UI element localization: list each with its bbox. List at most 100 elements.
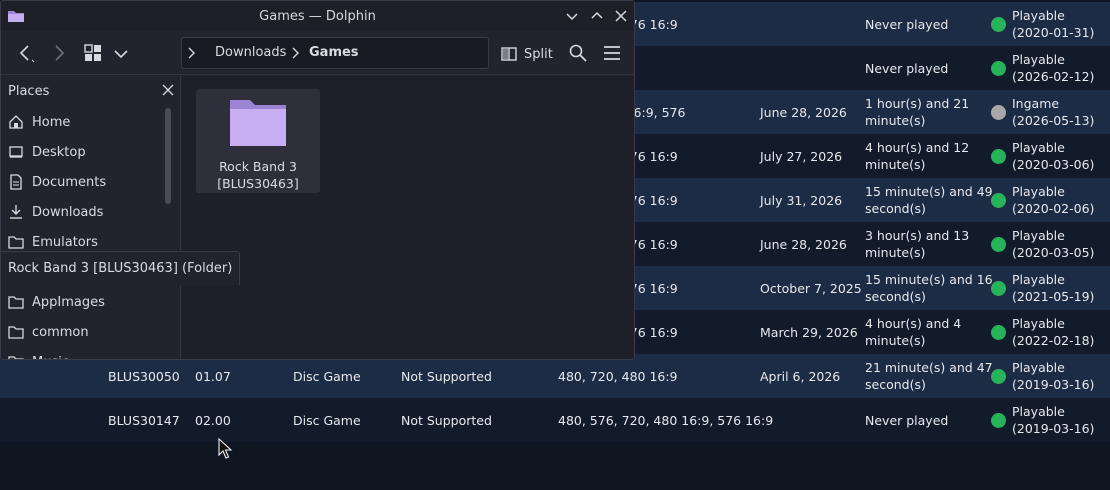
places-item-desktop[interactable]: Desktop xyxy=(8,141,86,163)
places-item-home[interactable]: Home xyxy=(8,111,70,133)
dolphin-window[interactable]: Games — Dolphin Downloads Games Split Pl… xyxy=(0,0,635,360)
status-date: (2021-05-19) xyxy=(1012,289,1095,304)
breadcrumb-chevron-icon[interactable] xyxy=(186,47,198,59)
breadcrumb-separator-icon xyxy=(292,47,299,59)
close-panel-icon[interactable] xyxy=(162,84,174,96)
last-played-cell: April 6, 2026 xyxy=(760,368,841,384)
compatibility-cell: Playable (2021-05-19) xyxy=(991,266,1094,310)
status-label: Ingame xyxy=(1012,96,1060,111)
status-text: Playable (2020-01-31) xyxy=(1012,7,1094,41)
status-wrap: Playable (2020-02-06) xyxy=(991,183,1094,217)
view-mode-icon[interactable] xyxy=(83,43,103,63)
version-cell: 01.07 xyxy=(195,368,231,384)
status-dot-icon xyxy=(991,324,1006,340)
split-label: Split xyxy=(524,46,553,62)
chevron-down-icon[interactable] xyxy=(111,43,131,63)
status-wrap: Playable (2026-02-12) xyxy=(991,51,1094,85)
time-played-cell: 15 minute(s) and 16 second(s) xyxy=(865,272,993,304)
places-item-common[interactable]: common xyxy=(8,321,89,343)
time-played-cell: 3 hour(s) and 13 minute(s) xyxy=(865,228,970,260)
status-bar: Rock Band 3 [BLUS30463] (Folder) xyxy=(1,251,241,285)
move-support-cell: Not Supported xyxy=(401,368,492,384)
status-date: (2026-02-12) xyxy=(1012,69,1095,84)
hamburger-menu-icon[interactable] xyxy=(602,43,622,63)
minimize-icon[interactable] xyxy=(564,8,580,24)
time-played-cell: Never played xyxy=(865,60,949,76)
status-wrap: Ingame (2026-05-13) xyxy=(991,95,1094,129)
title-bar[interactable]: Games — Dolphin xyxy=(1,1,634,31)
status-label: Playable xyxy=(1012,316,1065,331)
documents-icon xyxy=(10,174,22,190)
move-support-cell: Not Supported xyxy=(401,412,492,428)
compatibility-cell: Playable (2020-03-05) xyxy=(991,222,1094,266)
compatibility-cell: Playable (2022-02-18) xyxy=(991,310,1094,354)
places-item-label: AppImages xyxy=(32,294,105,310)
breadcrumb-games[interactable]: Games xyxy=(309,45,359,60)
places-scrollbar[interactable] xyxy=(165,108,171,204)
status-text: Playable (2026-02-12) xyxy=(1012,51,1094,85)
search-icon[interactable] xyxy=(568,43,588,63)
status-wrap: Playable (2020-03-05) xyxy=(991,227,1094,261)
status-dot-icon xyxy=(991,280,1006,296)
compatibility-cell: Ingame (2026-05-13) xyxy=(991,90,1094,134)
status-date: (2020-01-31) xyxy=(1012,25,1095,40)
status-wrap: Playable (2019-03-16) xyxy=(991,403,1094,437)
places-item-documents[interactable]: Documents xyxy=(8,171,106,193)
last-played-cell: July 27, 2026 xyxy=(760,148,843,164)
maximize-icon[interactable] xyxy=(589,8,605,24)
resolutions-cell: 480, 720, 480 16:9 xyxy=(558,368,678,384)
status-label: Playable xyxy=(1012,272,1065,287)
places-item-appimages[interactable]: AppImages xyxy=(8,291,105,313)
last-played-cell: March 29, 2026 xyxy=(760,324,858,340)
status-date: (2020-03-05) xyxy=(1012,245,1095,260)
places-item-label: Desktop xyxy=(32,144,86,160)
folder-item[interactable]: Rock Band 3 [BLUS30463] xyxy=(196,89,320,193)
folder-name: Rock Band 3 [BLUS30463] xyxy=(217,159,299,191)
time-played-cell: 21 minute(s) and 47 second(s) xyxy=(865,360,993,392)
places-item-music[interactable]: Music xyxy=(8,351,69,359)
time-played-cell: 1 hour(s) and 21 minute(s) xyxy=(865,96,970,128)
places-item-emulators[interactable]: Emulators xyxy=(8,231,98,253)
status-dot-icon xyxy=(991,236,1006,252)
status-dot-icon xyxy=(991,368,1006,384)
status-text: Ingame (2026-05-13) xyxy=(1012,95,1094,129)
file-view[interactable]: Rock Band 3 [BLUS30463] xyxy=(182,76,634,359)
time-played-cell: Never played xyxy=(865,412,949,428)
status-dot-icon xyxy=(991,60,1006,76)
status-dot-icon xyxy=(991,104,1006,120)
table-row[interactable]: BLUS30050 01.07 Disc Game Not Supported 480,… xyxy=(0,354,1110,398)
status-text: Playable (2020-03-05) xyxy=(1012,227,1094,261)
close-icon[interactable] xyxy=(613,8,629,24)
window-title: Games — Dolphin xyxy=(259,9,376,24)
status-text: Playable (2020-03-06) xyxy=(1012,139,1094,173)
status-dot-icon xyxy=(991,192,1006,208)
forward-icon[interactable] xyxy=(49,43,69,63)
status-date: (2020-02-06) xyxy=(1012,201,1095,216)
folder-icon xyxy=(230,100,286,146)
back-icon[interactable] xyxy=(15,43,35,63)
folder-icon xyxy=(8,236,24,249)
mouse-cursor-icon xyxy=(218,438,233,459)
breadcrumb-downloads[interactable]: Downloads xyxy=(215,45,286,60)
split-button[interactable]: Split xyxy=(501,43,553,65)
compatibility-cell: Playable (2026-02-12) xyxy=(991,46,1094,90)
downloads-icon xyxy=(10,205,22,219)
status-text: Playable (2019-03-16) xyxy=(1012,359,1094,393)
status-date: (2022-02-18) xyxy=(1012,333,1095,348)
status-date: (2019-03-16) xyxy=(1012,377,1095,392)
last-played-cell: October 7, 2025 xyxy=(760,280,862,296)
status-label: Playable xyxy=(1012,228,1065,243)
split-icon xyxy=(501,47,517,61)
last-played-cell: June 28, 2026 xyxy=(760,236,847,252)
status-dot-icon xyxy=(991,148,1006,164)
status-dot-icon xyxy=(991,16,1006,32)
status-text: Playable (2021-05-19) xyxy=(1012,271,1094,305)
status-dot-icon xyxy=(991,412,1006,428)
breadcrumb[interactable]: Downloads Games xyxy=(181,37,489,69)
time-played-cell: Never played xyxy=(865,16,949,32)
table-row[interactable]: BLUS30147 02.00 Disc Game Not Supported 480,… xyxy=(0,398,1110,442)
status-date: (2026-05-13) xyxy=(1012,113,1095,128)
toolbar: Downloads Games Split xyxy=(1,31,634,75)
places-item-downloads[interactable]: Downloads xyxy=(8,201,103,223)
folder-icon xyxy=(8,296,24,309)
